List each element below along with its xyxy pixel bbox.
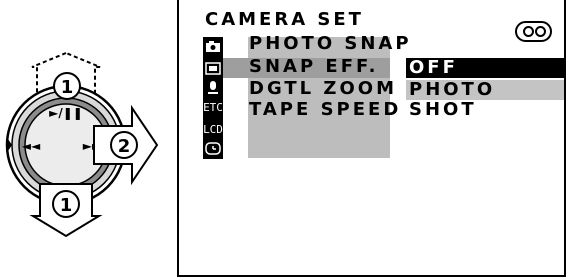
rewind-label: ◄◄ bbox=[22, 139, 41, 153]
photo-icon[interactable] bbox=[205, 62, 221, 75]
play-pause-label: ►/❚❚ bbox=[49, 106, 83, 120]
option-off-selected[interactable]: OFF bbox=[406, 58, 564, 78]
svg-text:1: 1 bbox=[61, 77, 74, 98]
svg-text:2: 2 bbox=[118, 136, 131, 157]
tape-cassette-icon bbox=[515, 21, 552, 42]
option-label: OFF bbox=[409, 57, 458, 78]
menu-title: CAMERA SET bbox=[205, 9, 364, 30]
callout-2-right: 2 bbox=[110, 131, 138, 159]
menu-item-dgtl-zoom[interactable]: DGTL ZOOM bbox=[249, 79, 397, 99]
callout-1-down: 1 bbox=[52, 190, 80, 218]
camera-osd-screen: CAMERA SET ETC LCD PHOTO SNAP SNAP EFF. … bbox=[177, 0, 566, 277]
cursor-marker bbox=[242, 38, 248, 54]
microphone-icon[interactable] bbox=[208, 81, 218, 94]
svg-text:1: 1 bbox=[60, 195, 73, 216]
lcd-icon[interactable]: LCD bbox=[203, 123, 223, 136]
option-photo-shot[interactable]: PHOTO SHOT bbox=[406, 80, 564, 120]
option-label: PHOTO SHOT bbox=[409, 79, 496, 120]
menu-icon-column: ETC LCD bbox=[203, 37, 223, 159]
control-dial-illustration: ►/❚❚ ◄◄ ►► 1 2 1 bbox=[5, 51, 159, 238]
menu-item-photo-snap[interactable]: PHOTO SNAP bbox=[249, 34, 412, 54]
camera-icon[interactable] bbox=[206, 41, 220, 52]
callout-1-up: 1 bbox=[53, 72, 81, 100]
menu-item-snap-eff[interactable]: SNAP EFF. bbox=[249, 57, 379, 77]
menu-item-tape-speed[interactable]: TAPE SPEED bbox=[249, 100, 401, 120]
clock-icon[interactable] bbox=[205, 142, 221, 155]
etc-icon[interactable]: ETC bbox=[203, 101, 223, 114]
